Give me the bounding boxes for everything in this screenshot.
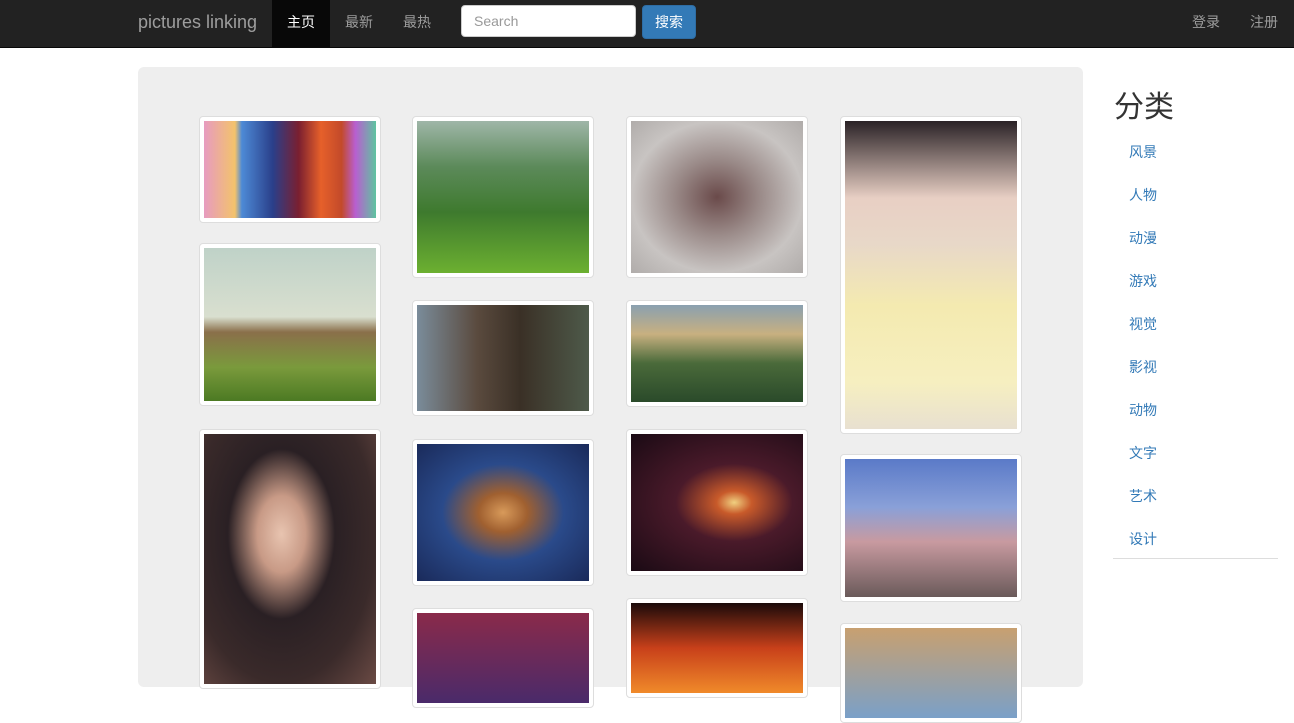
airship-image [204,248,376,401]
anime-girls-image [204,121,376,218]
image-thumbnail[interactable] [840,116,1022,434]
image-thumbnail[interactable] [626,300,808,407]
category-art[interactable]: 艺术 [1129,486,1157,506]
nav-latest[interactable]: 最新 [330,0,388,47]
search-button[interactable]: 搜索 [642,5,696,39]
category-scenery[interactable]: 风景 [1129,142,1157,162]
search-input[interactable] [461,5,636,37]
category-text[interactable]: 文字 [1129,443,1157,463]
image-thumbnail[interactable] [412,608,594,708]
image-thumbnail[interactable] [199,116,381,223]
category-games[interactable]: 游戏 [1129,271,1157,291]
register-link[interactable]: 注册 [1235,0,1293,47]
login-link[interactable]: 登录 [1177,0,1235,47]
category-film[interactable]: 影视 [1129,357,1157,377]
nav-home[interactable]: 主页 [272,0,330,47]
sky-clouds-image [845,628,1017,718]
anime-knight-image [417,613,589,703]
category-people[interactable]: 人物 [1129,185,1157,205]
category-anime[interactable]: 动漫 [1129,228,1157,248]
nav-hottest[interactable]: 最热 [388,0,446,47]
image-thumbnail[interactable] [199,429,381,689]
cottage-painting-image [631,305,803,402]
category-design[interactable]: 设计 [1129,529,1157,549]
image-thumbnail[interactable] [626,116,808,278]
category-title: 分类 [1114,90,1174,125]
image-thumbnail[interactable] [199,243,381,406]
navbar: pictures linking 主页 最新 最热 搜索 登录 注册 [0,0,1294,48]
brand-link[interactable]: pictures linking [138,12,257,33]
image-thumbnail[interactable] [626,598,808,698]
typography-butterfly-image [631,121,803,273]
sidebar-divider [1113,558,1278,559]
image-thumbnail[interactable] [840,623,1022,723]
image-thumbnail[interactable] [412,300,594,416]
image-thumbnail[interactable] [412,439,594,586]
image-thumbnail[interactable] [840,454,1022,602]
space-sunset-image [631,434,803,571]
category-animals[interactable]: 动物 [1129,400,1157,420]
last-of-us-image [417,305,589,411]
final-fantasy-image [845,459,1017,597]
portrait-girl-image [204,434,376,684]
category-visual[interactable]: 视觉 [1129,314,1157,334]
floating-island-image [417,121,589,273]
fire-abstract-image [631,603,803,693]
girl-yellow-sweater-image [845,121,1017,429]
game-character-image [417,444,589,581]
image-thumbnail[interactable] [412,116,594,278]
image-thumbnail[interactable] [626,429,808,576]
